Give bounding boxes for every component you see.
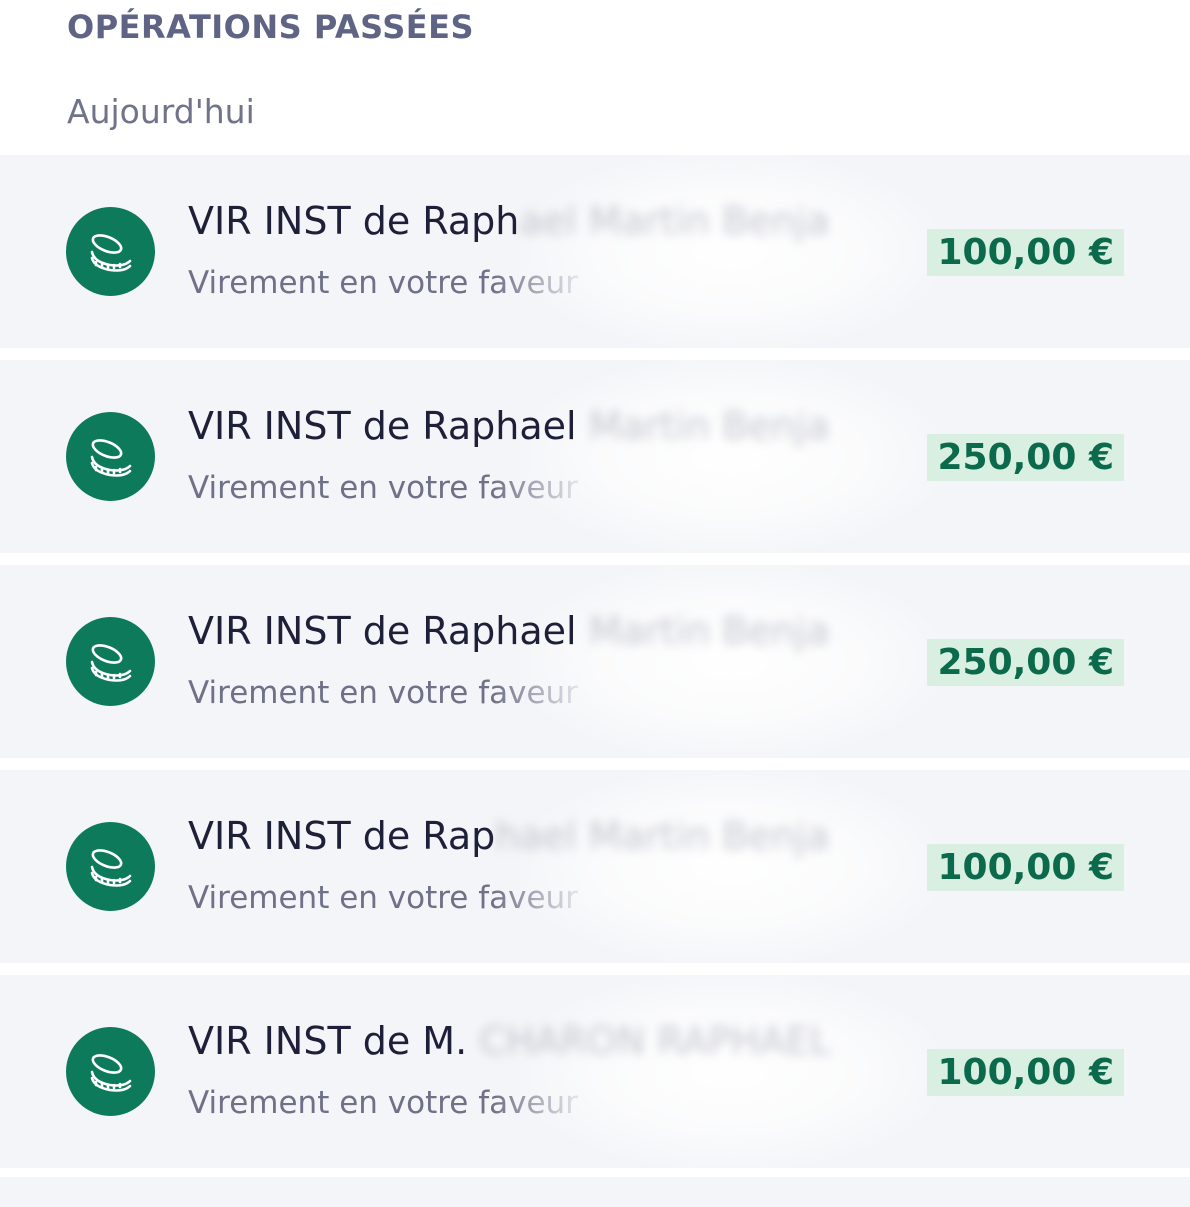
transaction-subtitle: Virement en votre faveur <box>188 675 578 711</box>
transaction-row[interactable]: VIR INST de Raphael Martin Benja Viremen… <box>0 770 1190 963</box>
transaction-subtitle: Virement en votre faveur <box>188 470 578 506</box>
transaction-row[interactable]: VIR INST de M. CHARON RAPHAEL Virement e… <box>0 975 1190 1168</box>
transaction-row[interactable]: VIR INST de Raphael Martin Benja Viremen… <box>0 360 1190 553</box>
transaction-amount: 100,00 € <box>927 229 1124 276</box>
transaction-subtitle: Virement en votre faveur <box>188 265 578 301</box>
section-title: OPÉRATIONS PASSÉES <box>67 8 475 46</box>
coins-icon <box>66 412 155 501</box>
transaction-row[interactable]: VIR INST de Raphael Martin Benja Viremen… <box>0 155 1190 348</box>
transaction-row-partial[interactable] <box>0 1177 1190 1207</box>
coins-icon <box>66 1027 155 1116</box>
transaction-row[interactable]: VIR INST de Raphael Martin Benja Viremen… <box>0 565 1190 758</box>
transaction-title: VIR INST de Raphael Martin Benja <box>188 609 830 653</box>
transaction-title: VIR INST de Raphael Martin Benja <box>188 404 830 448</box>
transaction-title: VIR INST de Raphael Martin Benja <box>188 814 830 858</box>
transaction-amount: 100,00 € <box>927 1049 1124 1096</box>
coins-icon <box>66 207 155 296</box>
transaction-subtitle: Virement en votre faveur <box>188 880 578 916</box>
transaction-title: VIR INST de M. CHARON RAPHAEL <box>188 1019 831 1063</box>
date-group-label: Aujourd'hui <box>67 92 255 131</box>
transaction-amount: 250,00 € <box>927 639 1124 686</box>
coins-icon <box>66 822 155 911</box>
coins-icon <box>66 617 155 706</box>
transaction-amount: 100,00 € <box>927 844 1124 891</box>
transaction-amount: 250,00 € <box>927 434 1124 481</box>
transaction-subtitle: Virement en votre faveur <box>188 1085 578 1121</box>
transaction-title: VIR INST de Raphael Martin Benja <box>188 199 830 243</box>
